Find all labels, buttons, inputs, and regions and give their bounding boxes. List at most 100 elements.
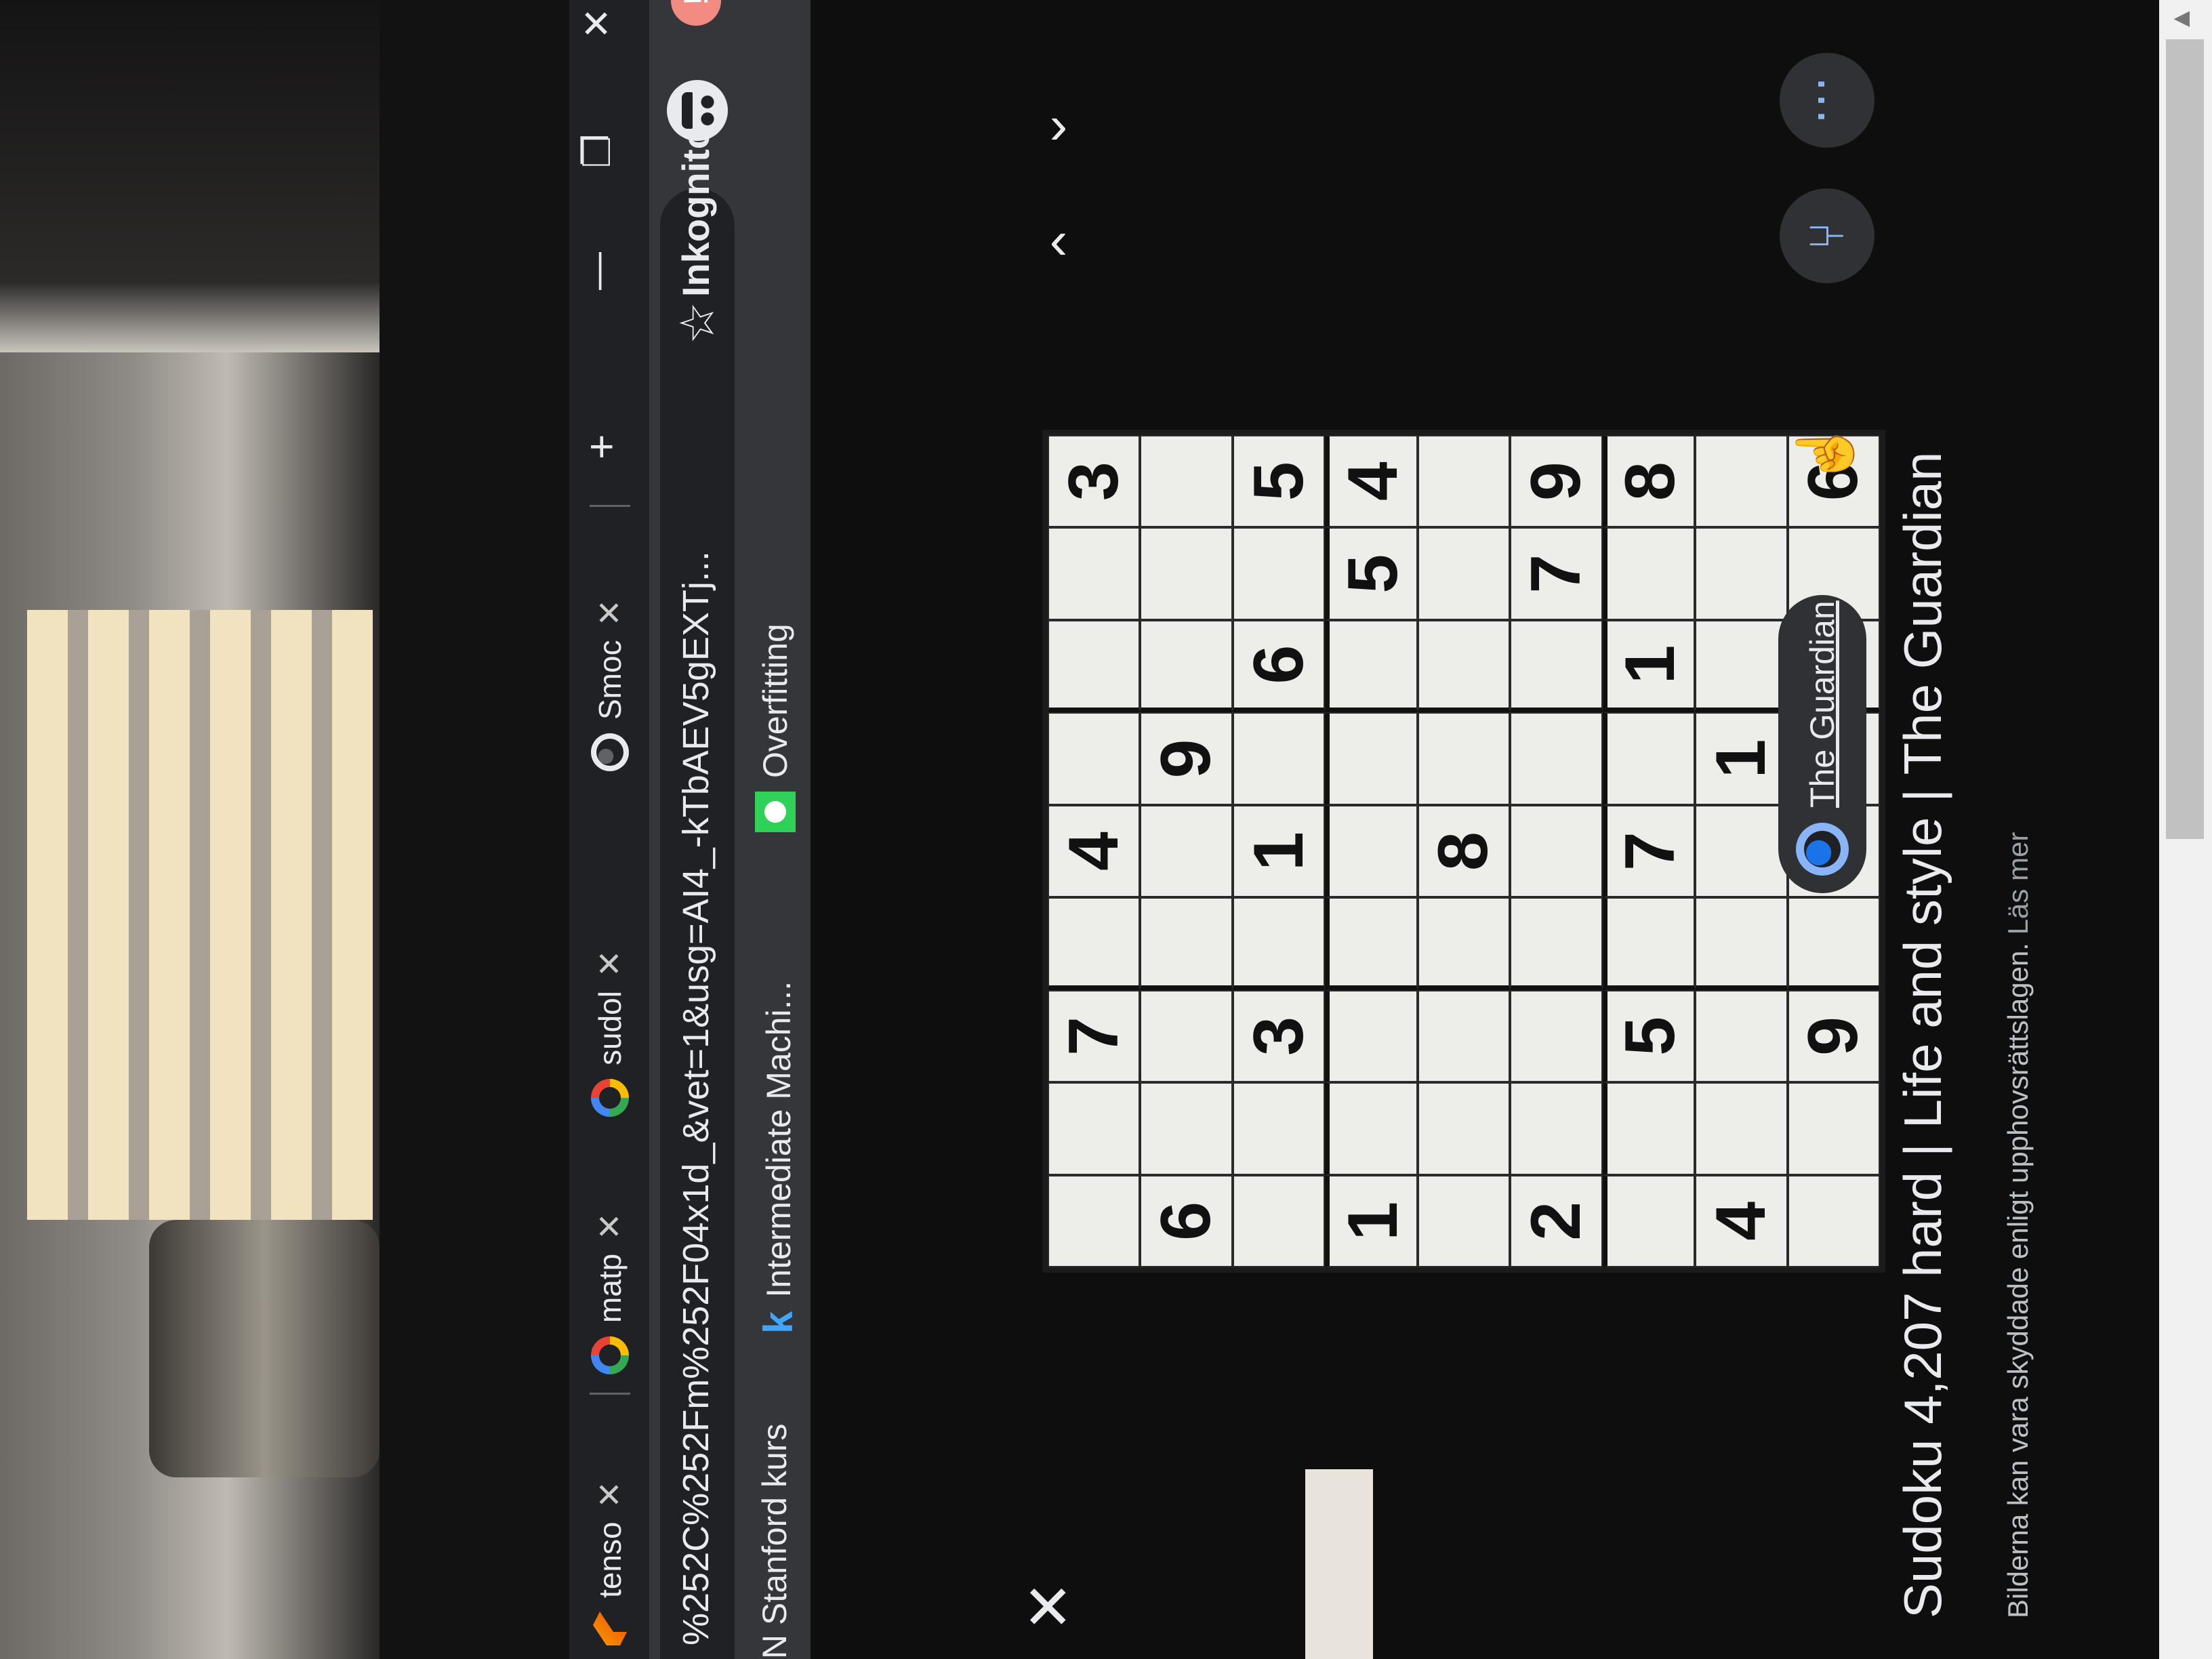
minimize-button[interactable]: — [575,252,619,290]
tab-strip: tenso ✕ matp ✕ sudol ✕ Smoc ✕ + — ❐ ✕ [569,0,649,1659]
close-icon[interactable]: ✕ [1014,1581,1085,1632]
sudoku-cell [1232,897,1326,990]
thumbnail-strip[interactable] [1305,1469,1373,1659]
sudoku-cell [1048,619,1141,713]
profile-error-icon[interactable]: ! [671,0,721,26]
address-bar[interactable]: %252C%252Fm%252F04x1d_&vet=1&usg=AI4_-kT… [660,188,735,1659]
copyright-notice: Bilderna kan vara skyddade enligt upphov… [2002,832,2034,1618]
source-name[interactable]: The Guardian [1803,600,1842,808]
share-button[interactable]: ⑂ [1780,188,1875,283]
room-dark-frame [0,0,380,352]
tab-tensorflow[interactable]: tenso ✕ [576,1481,644,1645]
sudoku-cell [1140,1082,1233,1175]
sudoku-cell: 4 [1325,435,1418,528]
overfitting-icon [755,792,796,832]
sudoku-cell [1417,712,1511,805]
previous-image-icon[interactable]: ‹ [1050,209,1068,272]
tab-close-icon[interactable]: ✕ [591,599,629,626]
sudoku-cell [1325,1082,1418,1175]
sudoku-cell [1695,435,1788,528]
sudoku-cell: 1 [1695,712,1788,805]
sudoku-cell: 5 [1602,989,1696,1083]
globe-icon [1796,823,1849,876]
source-link[interactable]: The Guardian [1778,595,1866,893]
sudoku-cell: 9 [1510,435,1603,528]
tab-close-icon[interactable]: ✕ [591,1213,629,1240]
sudoku-cell [1140,619,1233,713]
sudoku-cell: 7 [1510,527,1603,620]
sudoku-cell [1695,527,1788,620]
sudoku-cell [1787,1174,1880,1267]
copyright-text: Bilderna kan vara skyddade enligt upphov… [2002,943,2034,1618]
window-close-button[interactable]: ✕ [575,7,619,39]
browser-screen: tenso ✕ matp ✕ sudol ✕ Smoc ✕ + — ❐ ✕ %2… [569,0,2212,1659]
sudoku-cell [1232,1082,1326,1175]
scroll-arrow-icon[interactable]: ▲ [2166,5,2196,33]
tab-label: sudol [592,991,628,1065]
pointer-hand-icon: ☝ [1795,419,1855,487]
toolbar: %252C%252Fm%252F04x1d_&vet=1&usg=AI4_-kT… [649,0,745,1659]
sudoku-cell [1417,989,1511,1083]
bookmark-intermediate-ml[interactable]: k Intermediate Machi... [755,981,802,1334]
tab-matplotlib[interactable]: matp ✕ [576,1213,644,1374]
kaggle-icon: k [756,1311,801,1334]
sudoku-cell [1787,1082,1880,1175]
sudoku-cell: 7 [1048,989,1141,1083]
url-text[interactable]: %252C%252Fm%252F04x1d_&vet=1&usg=AI4_-kT… [675,551,717,1645]
bookmark-stanford[interactable]: N Stanford kurs [755,1424,794,1659]
sudoku-cell [1325,897,1418,990]
sudoku-cell [1787,897,1880,990]
sudoku-cell: 4 [1048,804,1141,898]
sudoku-cell [1602,897,1696,990]
tab-close-icon[interactable]: ✕ [591,1481,629,1508]
maximize-button[interactable]: ❐ [575,134,619,168]
sudoku-cell [1417,619,1511,713]
sudoku-cell [1695,1082,1788,1175]
sudoku-cell: 8 [1417,804,1511,898]
sudoku-cell [1510,897,1603,990]
sudoku-cell: 4 [1695,1174,1788,1267]
sudoku-cell [1695,619,1788,713]
globe-icon [591,733,629,771]
image-title[interactable]: Sudoku 4,207 hard | Life and style | The… [1892,60,1954,1618]
next-image-icon[interactable]: › [1050,94,1068,157]
sudoku-cell [1140,435,1233,528]
sudoku-cell [1325,712,1418,805]
incognito-icon[interactable] [667,80,728,141]
bookmark-label: Intermediate Machi... [759,981,798,1298]
sudoku-cell [1048,527,1141,620]
new-tab-button[interactable]: + [576,434,626,459]
sudoku-image[interactable]: 7436931651548279571841956 [1042,430,1885,1273]
tab-close-icon[interactable]: ✕ [591,950,629,977]
sudoku-cell: 6 [1140,1174,1233,1267]
incognito-label[interactable]: Inkognito [674,126,718,297]
tab-separator [590,505,630,507]
tab-label: Smoc [592,640,628,720]
sudoku-cell [1140,897,1233,990]
tab-sudoku-active[interactable]: sudol ✕ [576,950,644,1117]
bookmarks-bar: N Stanford kurs k Intermediate Machi... … [745,0,811,1659]
sudoku-cell [1695,897,1788,990]
sudoku-cell [1232,712,1326,805]
more-options-button[interactable]: ⋯ [1780,53,1875,148]
window-blinds [27,610,373,1220]
sudoku-cell [1510,619,1603,713]
sudoku-cell [1510,804,1603,898]
sudoku-cell: 3 [1048,435,1141,528]
sudoku-cell [1602,527,1696,620]
tab-smoc[interactable]: Smoc ✕ [576,599,644,771]
bookmark-star-icon[interactable]: ☆ [670,302,725,344]
desk-object [149,1220,380,1477]
sudoku-cell [1140,989,1233,1083]
sudoku-cell [1695,989,1788,1083]
sudoku-cell: 6 [1232,619,1326,713]
sudoku-cell [1232,527,1326,620]
read-more-link[interactable]: Läs mer [2002,832,2034,935]
sudoku-cell: 9 [1140,712,1233,805]
sudoku-cell [1510,712,1603,805]
scrollbar-thumb[interactable] [2166,39,2204,839]
sudoku-cell [1417,897,1511,990]
bookmark-overfitting[interactable]: Overfitting [755,623,796,832]
sudoku-cell [1325,619,1418,713]
bookmark-label: N Stanford kurs [756,1423,794,1659]
